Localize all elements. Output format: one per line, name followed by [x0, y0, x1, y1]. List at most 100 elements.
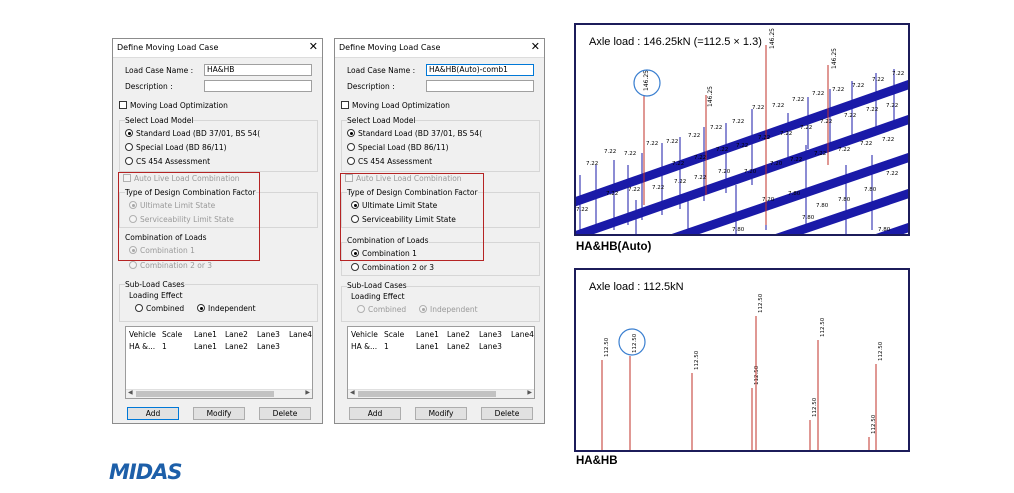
optimization-checkbox[interactable]: Moving Load Optimization — [119, 101, 228, 110]
independent-label: Independent — [430, 305, 478, 314]
radio-icon — [347, 129, 355, 137]
load-value-label: 7.22 — [752, 105, 764, 111]
manual-load-result-panel: 112.50 112.50 112.50 112.50 112.50 112.50 112.… — [574, 268, 910, 452]
optimization-label: Moving Load Optimization — [352, 101, 450, 110]
list-cell[interactable]: 1 — [162, 342, 167, 351]
special-load-label: Special Load (BD 86/11) — [136, 143, 227, 152]
panel-title: Axle load : 112.5kN — [589, 281, 684, 293]
description-input[interactable] — [426, 80, 534, 92]
description-label: Description : — [347, 82, 395, 91]
load-value-label: 7.80 — [864, 187, 877, 193]
modify-button[interactable]: Modify — [415, 407, 467, 420]
close-icon[interactable]: ✕ — [531, 41, 540, 52]
radio-icon — [125, 143, 133, 151]
axle-value-label: 112.50 — [820, 317, 826, 337]
optimization-checkbox[interactable]: Moving Load Optimization — [341, 101, 450, 110]
radio-icon — [125, 157, 133, 165]
caption-manual: HA&HB — [576, 455, 618, 467]
moving-load-dialog-b: Define Moving Load Case ✕ Load Case Name… — [334, 38, 545, 424]
list-header: Lane1 — [416, 330, 439, 339]
loading-effect-label: Loading Effect — [129, 291, 183, 300]
load-value-label: 7.22 — [710, 125, 722, 131]
scroll-left-icon[interactable]: ◀ — [350, 389, 355, 396]
load-case-name-input[interactable]: HA&HB(Auto)-comb1 — [426, 64, 534, 76]
moving-load-dialog-a: Define Moving Load Case ✕ Load Case Name… — [112, 38, 323, 424]
load-value-label: 7.22 — [716, 147, 728, 153]
load-case-name-label: Load Case Name : — [125, 66, 194, 75]
checkbox-icon — [341, 101, 349, 109]
combined-radio[interactable]: Combined — [135, 304, 184, 313]
scroll-thumb[interactable] — [136, 391, 274, 397]
axle-value-label: 112.50 — [694, 350, 700, 370]
list-cell[interactable]: Lane1 — [194, 342, 217, 351]
load-value-label: 7.22 — [844, 113, 856, 119]
radio-icon — [347, 143, 355, 151]
load-value-label: 7.22 — [666, 139, 678, 145]
combined-radio[interactable]: Combined — [357, 305, 406, 314]
scroll-right-icon[interactable]: ▶ — [527, 389, 532, 396]
list-cell[interactable]: Lane2 — [225, 342, 248, 351]
load-value-label: 7.80 — [802, 215, 815, 221]
standard-load-radio[interactable]: Standard Load (BD 37/01, BS 54( — [125, 129, 260, 138]
radio-icon — [351, 263, 359, 271]
standard-load-radio[interactable]: Standard Load (BD 37/01, BS 54( — [347, 129, 482, 138]
load-value-label: 7.20 — [718, 169, 731, 175]
load-value-label: 7.22 — [812, 91, 824, 97]
horizontal-scrollbar[interactable]: ◀ ▶ — [348, 389, 534, 398]
delete-button[interactable]: Delete — [481, 407, 533, 420]
subload-list[interactable]: Vehicle Scale Lane1 Lane2 Lane3 Lane4 HA… — [125, 326, 313, 399]
list-cell[interactable]: Lane1 — [416, 342, 439, 351]
load-value-label: 7.22 — [852, 83, 864, 89]
close-icon[interactable]: ✕ — [309, 41, 318, 52]
axle-value-label: 146.25 — [643, 70, 650, 91]
auto-load-diagram: 146.25 146.25 146.25 146.25 7.22 7.22 7.22 7.22… — [576, 28, 908, 234]
load-value-label: 7.22 — [780, 131, 792, 137]
special-load-radio[interactable]: Special Load (BD 86/11) — [125, 143, 227, 152]
list-cell[interactable]: Lane2 — [447, 342, 470, 351]
combination23-label: Combination 2 or 3 — [362, 263, 435, 272]
dialog-titlebar: Define Moving Load Case ✕ — [335, 39, 544, 58]
add-button[interactable]: Add — [349, 407, 401, 420]
load-value-label: 7.22 — [732, 119, 744, 125]
cs454-radio[interactable]: CS 454 Assessment — [347, 157, 432, 166]
add-button[interactable]: Add — [127, 407, 179, 420]
axle-value-label: 112.50 — [812, 397, 818, 417]
list-cell[interactable]: Lane3 — [257, 342, 280, 351]
description-input[interactable] — [204, 80, 312, 92]
list-cell[interactable]: Lane3 — [479, 342, 502, 351]
load-value-label: 7.22 — [688, 133, 700, 139]
load-value-label: 7.22 — [586, 161, 598, 167]
load-case-name-input[interactable]: HA&HB — [204, 64, 312, 76]
list-cell[interactable]: HA &... — [129, 342, 155, 351]
independent-radio[interactable]: Independent — [419, 305, 478, 314]
load-value-label: 7.22 — [866, 107, 878, 113]
load-value-label: 7.22 — [838, 147, 850, 153]
scroll-left-icon[interactable]: ◀ — [128, 389, 133, 396]
subload-label: Sub-Load Cases — [125, 280, 185, 289]
independent-radio[interactable]: Independent — [197, 304, 256, 313]
load-value-label: 7.22 — [882, 137, 894, 143]
combined-label: Combined — [146, 304, 185, 313]
modify-button[interactable]: Modify — [193, 407, 245, 420]
scroll-thumb[interactable] — [358, 391, 496, 397]
combination23-radio[interactable]: Combination 2 or 3 — [351, 263, 434, 272]
load-value-label: 7.22 — [832, 87, 844, 93]
load-value-label: 7.22 — [624, 151, 636, 157]
load-value-label: 7.22 — [772, 103, 784, 109]
cs454-label: CS 454 Assessment — [136, 157, 211, 166]
radio-icon — [419, 305, 427, 313]
list-header: Lane2 — [225, 330, 248, 339]
combination23-radio[interactable]: Combination 2 or 3 — [129, 261, 212, 270]
horizontal-scrollbar[interactable]: ◀ ▶ — [126, 389, 312, 398]
subload-list[interactable]: Vehicle Scale Lane1 Lane2 Lane3 Lane4 HA… — [347, 326, 535, 399]
delete-button[interactable]: Delete — [259, 407, 311, 420]
list-cell[interactable]: HA &... — [351, 342, 377, 351]
cs454-radio[interactable]: CS 454 Assessment — [125, 157, 210, 166]
combination23-label: Combination 2 or 3 — [140, 261, 213, 270]
list-header: Vehicle — [129, 330, 156, 339]
special-load-radio[interactable]: Special Load (BD 86/11) — [347, 143, 449, 152]
description-label: Description : — [125, 82, 173, 91]
list-cell[interactable]: 1 — [384, 342, 389, 351]
load-value-label: 7.22 — [694, 155, 706, 161]
scroll-right-icon[interactable]: ▶ — [305, 389, 310, 396]
